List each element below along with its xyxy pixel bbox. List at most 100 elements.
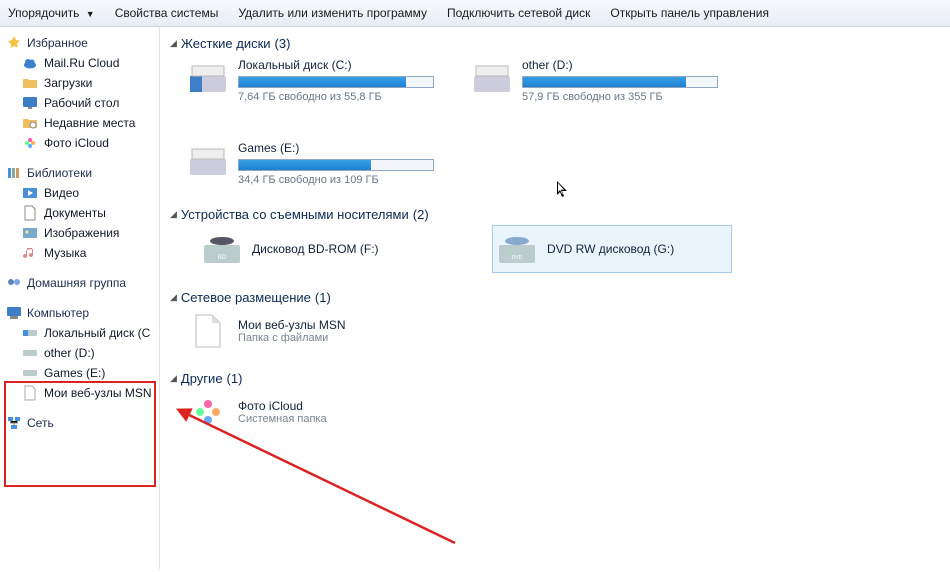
sidebar-item-label: Видео [44,186,79,200]
sidebar-item-label: Музыка [44,246,86,260]
sidebar-item-videos[interactable]: Видео [0,183,159,203]
dvd-drive-icon: DVD [497,229,537,269]
sidebar-homegroup[interactable]: Домашняя группа [0,273,159,293]
drive-name: DVD RW дисковод (G:) [547,242,674,256]
sidebar-item-label: other (D:) [44,346,95,360]
sidebar-item-e-drive[interactable]: Games (E:) [0,363,159,383]
bd-drive-icon: BD [202,229,242,269]
drive-d[interactable]: other (D:) 57,9 ГБ свободно из 355 ГБ [468,54,722,107]
desktop-icon [22,95,38,111]
sidebar-item-label: Изображения [44,226,119,240]
file-icon [22,385,38,401]
photos-icon [22,135,38,151]
item-subtext: Системная папка [238,413,327,425]
sidebar-item-mailru[interactable]: Mail.Ru Cloud [0,53,159,73]
sidebar-item-label: Рабочий стол [44,96,119,110]
sidebar-libraries-header[interactable]: Библиотеки [0,163,159,183]
file-icon [188,311,228,351]
svg-text:BD: BD [218,255,227,261]
sidebar-network[interactable]: Сеть [0,413,159,433]
item-name: Мои веб-узлы MSN [238,318,345,332]
toolbar: Упорядочить ▼ Свойства системы Удалить и… [0,0,950,27]
sidebar-item-pictures[interactable]: Изображения [0,223,159,243]
toolbar-uninstall[interactable]: Удалить или изменить программу [238,6,427,20]
category-count: (1) [315,290,331,305]
folder-icon [22,75,38,91]
drive-icon [22,345,38,361]
homegroup-icon [6,275,22,291]
category-label: Жесткие диски [181,36,271,51]
document-icon [22,205,38,221]
music-icon [22,245,38,261]
sidebar-item-label: Локальный диск (C [44,326,150,340]
category-label: Устройства со съемными носителями [181,207,409,222]
cloud-icon [22,55,38,71]
sidebar-computer-header[interactable]: Компьютер [0,303,159,323]
usage-bar [522,76,718,88]
usage-bar [238,159,434,171]
item-subtext: Папка с файлами [238,332,345,344]
drive-name: other (D:) [522,58,718,72]
other-icloud[interactable]: Фото iCloud Системная папка [184,389,434,435]
sidebar-item-label: Документы [44,206,106,220]
sidebar-item-label: Мои веб-узлы MSN [44,386,151,400]
item-name: Фото iCloud [238,399,327,413]
drive-bdrom[interactable]: BD Дисковод BD-ROM (F:) [198,225,448,273]
drive-subtext: 7,64 ГБ свободно из 55,8 ГБ [238,91,434,103]
sidebar-item-label: Загрузки [44,76,92,90]
chevron-down-icon: ▼ [86,9,95,19]
sidebar-computer-label: Компьютер [27,306,89,320]
svg-text:DVD: DVD [512,255,523,261]
toolbar-organize[interactable]: Упорядочить ▼ [8,6,95,20]
sidebar-item-label: Фото iCloud [44,136,109,150]
network-icon [6,415,22,431]
sidebar-libraries-label: Библиотеки [27,166,92,180]
recent-icon [22,115,38,131]
sidebar-item-d-drive[interactable]: other (D:) [0,343,159,363]
sidebar-item-music[interactable]: Музыка [0,243,159,263]
sidebar-homegroup-label: Домашняя группа [27,276,126,290]
sidebar-item-documents[interactable]: Документы [0,203,159,223]
drive-e[interactable]: Games (E:) 34,4 ГБ свободно из 109 ГБ [184,137,438,190]
sidebar-item-desktop[interactable]: Рабочий стол [0,93,159,113]
drive-icon [22,325,38,341]
drive-name: Дисковод BD-ROM (F:) [252,242,379,256]
sidebar-item-msn[interactable]: Мои веб-узлы MSN [0,383,159,403]
toolbar-map-drive[interactable]: Подключить сетевой диск [447,6,590,20]
computer-icon [6,305,22,321]
picture-icon [22,225,38,241]
category-hdd[interactable]: ◢ Жесткие диски (3) [170,33,940,54]
drive-dvd[interactable]: DVD DVD RW дисковод (G:) [492,225,732,273]
drive-name: Games (E:) [238,141,434,155]
toolbar-system-props[interactable]: Свойства системы [115,6,219,20]
netloc-msn[interactable]: Мои веб-узлы MSN Папка с файлами [184,308,434,354]
drive-c[interactable]: Локальный диск (C:) 7,64 ГБ свободно из … [184,54,438,107]
sidebar-item-c-drive[interactable]: Локальный диск (C [0,323,159,343]
drive-subtext: 57,9 ГБ свободно из 355 ГБ [522,91,718,103]
category-other[interactable]: ◢ Другие (1) [170,368,940,389]
collapse-icon: ◢ [170,209,177,220]
sidebar-network-label: Сеть [27,416,54,430]
drive-subtext: 34,4 ГБ свободно из 109 ГБ [238,174,434,186]
category-netloc[interactable]: ◢ Сетевое размещение (1) [170,287,940,308]
collapse-icon: ◢ [170,373,177,384]
sidebar-item-label: Games (E:) [44,366,105,380]
collapse-icon: ◢ [170,38,177,49]
content-area: ◢ Жесткие диски (3) Локальный диск (C:) … [160,27,950,569]
video-icon [22,185,38,201]
category-label: Другие [181,371,223,386]
toolbar-control-panel[interactable]: Открыть панель управления [610,6,769,20]
sidebar-favorites-header[interactable]: Избранное [0,33,159,53]
drive-name: Локальный диск (C:) [238,58,434,72]
photos-icon [188,392,228,432]
sidebar-item-icloud[interactable]: Фото iCloud [0,133,159,153]
hard-drive-icon [472,58,512,98]
category-count: (1) [227,371,243,386]
sidebar-item-downloads[interactable]: Загрузки [0,73,159,93]
sidebar-item-recent[interactable]: Недавние места [0,113,159,133]
sidebar-favorites-label: Избранное [27,36,88,50]
drive-icon [22,365,38,381]
star-icon [6,35,22,51]
category-count: (2) [413,207,429,222]
category-removable[interactable]: ◢ Устройства со съемными носителями (2) [170,204,940,225]
